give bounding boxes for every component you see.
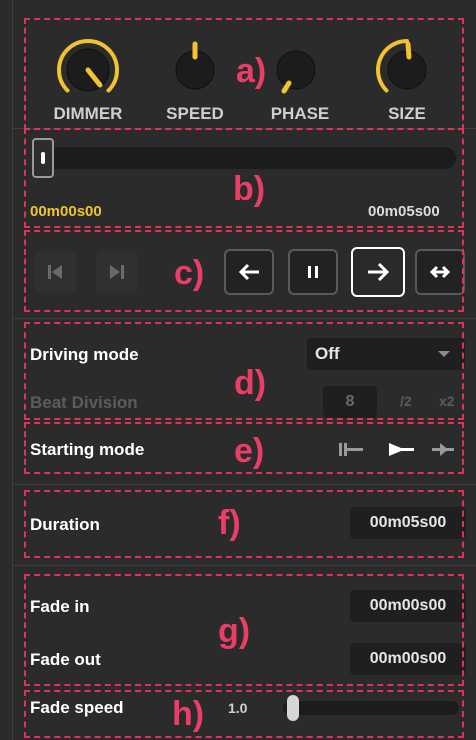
speed-label: SPEED xyxy=(166,104,224,123)
timeline-track[interactable] xyxy=(32,147,456,169)
phase-label: PHASE xyxy=(270,104,330,123)
dimmer-knob[interactable] xyxy=(48,30,128,100)
speed-knob[interactable] xyxy=(155,30,235,100)
annotation-g: g) xyxy=(218,612,251,650)
annotation-f: f) xyxy=(218,504,241,542)
beat-multiply-button: x2 xyxy=(439,393,455,409)
start-middle-icon xyxy=(389,443,414,456)
skip-to-end-button[interactable] xyxy=(96,251,138,293)
play-backward-button[interactable] xyxy=(224,249,274,295)
panel-left-border xyxy=(12,0,13,740)
fade-speed-track[interactable] xyxy=(283,701,459,715)
fade-speed-label: Fade speed xyxy=(30,698,124,717)
driving-mode-label: Driving mode xyxy=(30,345,139,364)
skip-to-start-icon xyxy=(48,265,62,279)
annotation-c: c) xyxy=(174,254,205,292)
arrow-left-icon xyxy=(238,263,259,281)
end-time: 00m05s00 xyxy=(368,203,440,220)
chevron-down-icon xyxy=(438,351,450,357)
duration-field[interactable]: 00m05s00 xyxy=(350,507,466,539)
size-knob[interactable] xyxy=(367,30,447,100)
fade-out-label: Fade out xyxy=(30,650,101,669)
beat-division-value: 8 xyxy=(323,386,377,418)
divider xyxy=(12,128,476,129)
duration-label: Duration xyxy=(30,515,100,534)
starting-mode-label: Starting mode xyxy=(30,440,145,459)
start-end-icon xyxy=(432,443,454,456)
annotation-a: a) xyxy=(236,52,267,90)
annotation-b: b) xyxy=(233,170,266,208)
driving-mode-value: Off xyxy=(315,344,340,363)
fade-in-field[interactable]: 00m00s00 xyxy=(350,590,466,622)
fade-in-label: Fade in xyxy=(30,597,90,616)
phase-knob[interactable] xyxy=(256,30,336,100)
play-forward-button[interactable] xyxy=(351,247,405,297)
ping-pong-button[interactable] xyxy=(415,249,465,295)
annotation-h: h) xyxy=(172,695,205,733)
fade-out-field[interactable]: 00m00s00 xyxy=(350,643,466,675)
timeline-handle[interactable] xyxy=(32,138,54,178)
start-beginning-option[interactable] xyxy=(336,440,368,460)
annotation-e: e) xyxy=(234,432,265,470)
arrow-both-icon xyxy=(429,265,451,279)
skip-to-start-button[interactable] xyxy=(34,251,76,293)
divider xyxy=(12,318,476,319)
arrow-right-icon xyxy=(368,262,390,282)
start-middle-option[interactable] xyxy=(386,440,418,460)
beat-divide-button: /2 xyxy=(400,393,412,409)
fade-speed-value: 1.0 xyxy=(228,700,248,716)
divider xyxy=(12,484,476,485)
size-label: SIZE xyxy=(388,104,426,123)
start-end-option[interactable] xyxy=(428,440,460,460)
fade-speed-handle[interactable] xyxy=(287,695,299,721)
divider xyxy=(12,565,476,566)
pause-icon xyxy=(308,266,318,278)
annotation-d: d) xyxy=(234,364,267,402)
dimmer-label: DIMMER xyxy=(53,104,123,123)
driving-mode-select[interactable]: Off xyxy=(307,338,465,370)
start-beginning-icon xyxy=(339,443,363,456)
skip-to-end-icon xyxy=(110,265,124,279)
pause-button[interactable] xyxy=(288,249,338,295)
current-time: 00m00s00 xyxy=(30,203,102,220)
beat-division-label: Beat Division xyxy=(30,393,138,412)
